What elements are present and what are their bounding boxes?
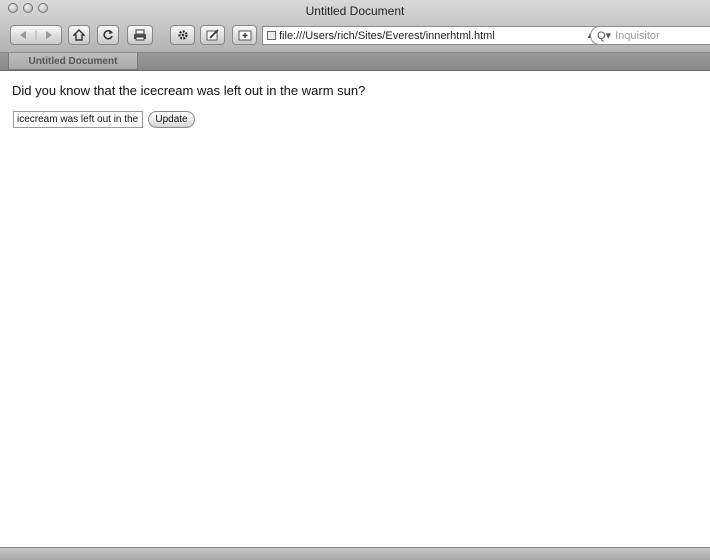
pencil-icon: [206, 29, 219, 41]
tab-bar: Untitled Document: [0, 53, 710, 71]
address-url: file:///Users/rich/Sites/Everest/innerht…: [279, 29, 495, 42]
add-bookmark-button[interactable]: [232, 25, 257, 45]
add-bookmark-icon: [238, 30, 251, 41]
tab-untitled-document[interactable]: Untitled Document: [8, 53, 138, 70]
browser-window: Untitled Document file:///Users/rich/Sit…: [0, 0, 710, 560]
reload-icon: [103, 30, 113, 40]
settings-button[interactable]: [170, 25, 195, 45]
toolbar: file:///Users/rich/Sites/Everest/innerht…: [0, 25, 710, 47]
edit-button[interactable]: [200, 25, 225, 45]
printer-icon: [134, 29, 146, 41]
gear-icon: [177, 30, 188, 40]
search-icon: Q▾: [597, 30, 612, 42]
print-button[interactable]: [127, 25, 153, 45]
status-bar: [0, 547, 710, 560]
page-icon: [267, 31, 276, 40]
title-bar: Untitled Document file:///Users/rich/Sit…: [0, 0, 710, 53]
search-field[interactable]: Q▾ Inquisitor: [590, 26, 710, 45]
back-forward-button[interactable]: [10, 25, 62, 45]
page-sentence: Did you know that the icecream was left …: [12, 83, 366, 98]
home-button[interactable]: [68, 25, 90, 45]
home-icon: [73, 29, 85, 41]
window-title: Untitled Document: [305, 4, 405, 18]
reload-button[interactable]: [97, 25, 119, 45]
text-input[interactable]: [13, 111, 143, 128]
address-bar[interactable]: file:///Users/rich/Sites/Everest/innerht…: [262, 26, 597, 45]
page-content: Did you know that the icecream was left …: [0, 71, 710, 547]
update-button[interactable]: Update: [148, 111, 195, 128]
back-forward-arrows-icon: [20, 30, 52, 40]
search-placeholder: Inquisitor: [615, 29, 660, 42]
